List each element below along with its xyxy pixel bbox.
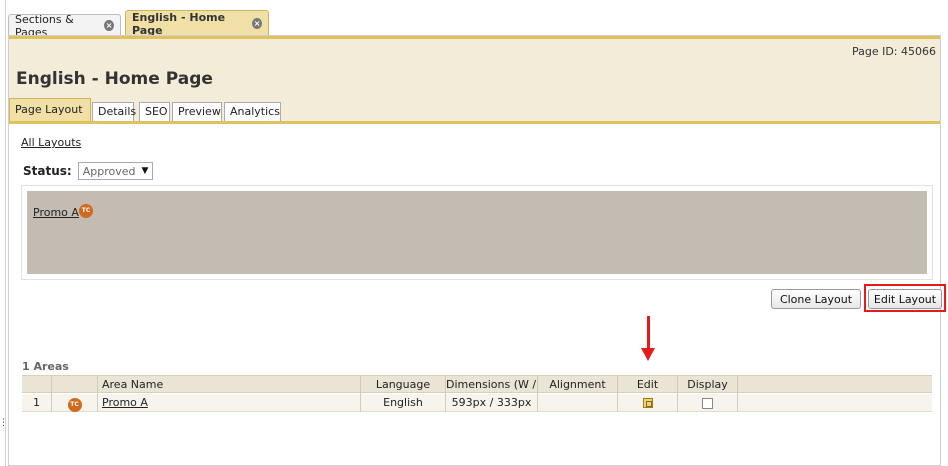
page-id: Page ID: 45066 bbox=[851, 45, 936, 58]
column-header-index bbox=[22, 376, 52, 394]
status-row: Status: Approved ▼ bbox=[23, 162, 154, 180]
column-header-language[interactable]: Language bbox=[361, 376, 446, 394]
promo-a-link[interactable]: Promo A bbox=[33, 206, 79, 219]
page-title: English - Home Page bbox=[16, 69, 213, 89]
tab-page-layout[interactable]: Page Layout bbox=[9, 98, 91, 122]
area-name-link[interactable]: Promo A bbox=[102, 396, 148, 409]
column-header-area-name[interactable]: Area Name bbox=[98, 376, 361, 394]
tab-english-home-page[interactable]: English - Home Page × bbox=[125, 10, 269, 37]
display-checkbox[interactable] bbox=[702, 397, 713, 409]
tc-badge-icon: TC bbox=[67, 398, 82, 412]
table-row: 1 TC Promo A English 593px / 333px bbox=[22, 394, 932, 412]
left-splitter[interactable]: ⋮ bbox=[0, 0, 8, 466]
status-label: Status: bbox=[23, 164, 72, 178]
tab-details[interactable]: Details bbox=[92, 102, 136, 122]
column-header-display: Display bbox=[678, 376, 738, 394]
close-icon[interactable]: × bbox=[252, 18, 262, 29]
splitter-grip-icon[interactable]: ⋮ bbox=[0, 419, 8, 428]
row-edit-cell bbox=[618, 394, 678, 412]
row-index: 1 bbox=[22, 394, 52, 412]
tc-badge-icon: TC bbox=[79, 204, 93, 218]
table-header: Area Name Language Dimensions (W / H) Al… bbox=[22, 375, 932, 394]
chevron-down-icon: ▼ bbox=[141, 166, 149, 176]
row-language: English bbox=[361, 394, 446, 412]
row-area-name: Promo A bbox=[98, 394, 361, 412]
status-value: Approved bbox=[82, 164, 136, 178]
tab-analytics[interactable]: Analytics bbox=[224, 102, 281, 122]
column-header-dimensions[interactable]: Dimensions (W / H) bbox=[446, 376, 538, 394]
row-dimensions: 593px / 333px bbox=[446, 394, 538, 412]
column-header-edit: Edit bbox=[618, 376, 678, 394]
tab-sections-pages[interactable]: Sections & Pages × bbox=[8, 13, 121, 39]
column-header-alignment[interactable]: Alignment bbox=[538, 376, 618, 394]
layout-area-preview: Promo A TC bbox=[27, 191, 927, 274]
status-select[interactable]: Approved ▼ bbox=[77, 162, 154, 180]
annotation-arrow-icon bbox=[641, 348, 655, 361]
close-icon[interactable]: × bbox=[104, 20, 114, 31]
row-alignment bbox=[538, 394, 618, 412]
tab-preview[interactable]: Preview bbox=[172, 102, 222, 122]
document-tabs: Sections & Pages × English - Home Page × bbox=[8, 10, 940, 39]
annotation-arrow-shaft bbox=[647, 316, 650, 350]
header-divider bbox=[9, 121, 940, 124]
column-header-badge bbox=[52, 376, 98, 394]
row-badge-cell: TC bbox=[52, 394, 98, 412]
clone-layout-button[interactable]: Clone Layout bbox=[771, 289, 861, 309]
row-display-cell bbox=[678, 394, 738, 412]
edit-area-icon[interactable] bbox=[642, 398, 653, 408]
all-layouts-link[interactable]: All Layouts bbox=[21, 136, 81, 149]
annotation-highlight-box bbox=[864, 284, 946, 312]
tab-label: English - Home Page bbox=[132, 10, 226, 37]
layout-preview: Promo A TC bbox=[21, 185, 933, 280]
tab-seo[interactable]: SEO bbox=[139, 102, 170, 122]
areas-count-title: 1 Areas bbox=[22, 360, 69, 373]
